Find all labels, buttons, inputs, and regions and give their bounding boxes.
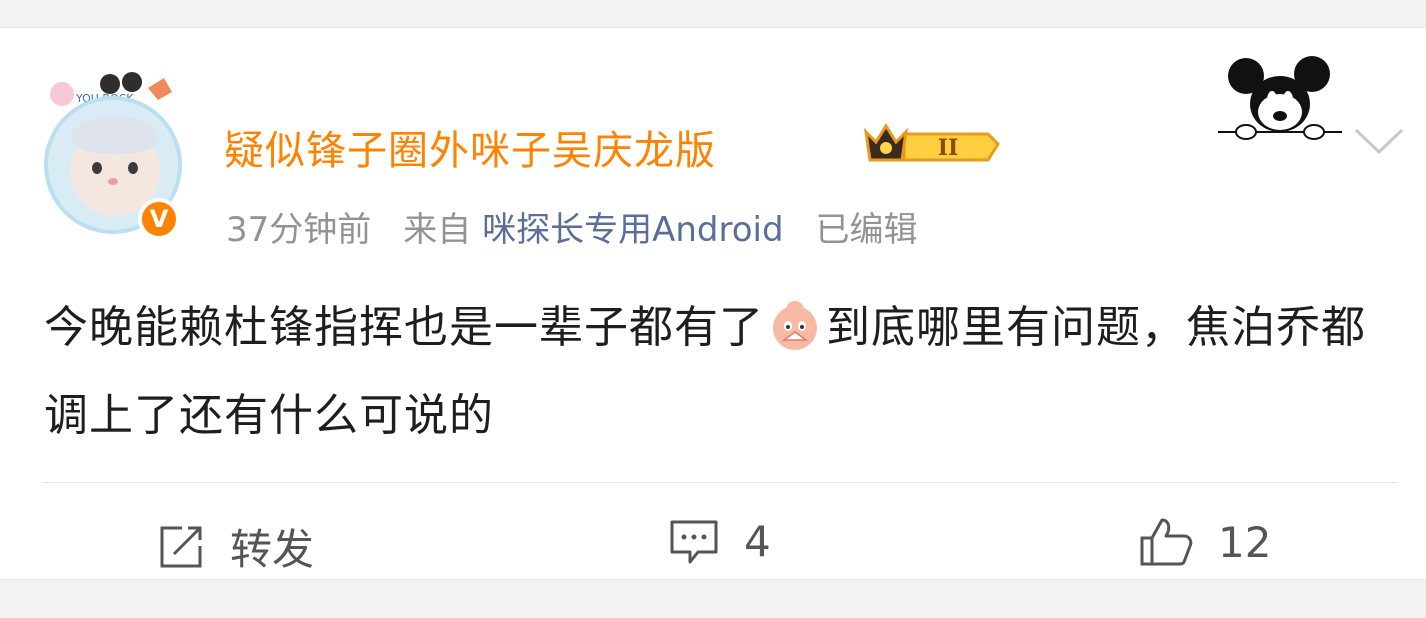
- verified-v-icon: V: [138, 198, 180, 240]
- mickey-sticker-icon: [1218, 56, 1342, 140]
- repost-icon: [160, 526, 202, 567]
- level-badge-text: II: [938, 135, 959, 161]
- comment-count: 4: [744, 516, 771, 566]
- username[interactable]: 疑似锋子圈外咪子吴庆龙版: [224, 118, 716, 176]
- post-text-part1: 今晚能赖杜锋指挥也是一辈子都有了: [44, 302, 764, 353]
- like-icon: [1140, 518, 1193, 566]
- repost-label: 转发: [230, 525, 315, 574]
- post-meta: 37分钟前 来自 咪探长专用Android 已编辑: [226, 202, 918, 251]
- source-link[interactable]: 咪探长专用Android: [482, 210, 783, 250]
- chevron-down-icon[interactable]: [1352, 124, 1406, 156]
- avatar-eye-left: [92, 162, 102, 174]
- divider: [42, 482, 1398, 483]
- source-prefix: 来自: [403, 210, 472, 250]
- avatar[interactable]: YOU ROCK V: [40, 72, 188, 242]
- like-count: 12: [1218, 517, 1272, 567]
- like-button[interactable]: 12: [1138, 516, 1271, 568]
- avatar-hat: [72, 116, 158, 154]
- timestamp: 37分钟前: [226, 210, 372, 250]
- post-text: 今晚能赖杜锋指挥也是一辈子都有了 到底哪里有问题，焦泊乔都调上了还有什么可说的: [44, 284, 1394, 460]
- emoji-fan-icon: [773, 301, 817, 350]
- avatar-eye-right: [128, 162, 138, 174]
- edited-label[interactable]: 已编辑: [816, 210, 918, 250]
- crown-level-icon[interactable]: II: [860, 120, 1000, 168]
- comment-button[interactable]: 4: [668, 516, 771, 566]
- repost-button[interactable]: 转发: [156, 516, 314, 577]
- comment-icon: [670, 520, 718, 564]
- avatar-nose: [108, 178, 118, 185]
- post-card: YOU ROCK V 疑似锋子圈外咪子吴庆龙版 II 37分钟前来自 咪探长专用…: [0, 27, 1426, 580]
